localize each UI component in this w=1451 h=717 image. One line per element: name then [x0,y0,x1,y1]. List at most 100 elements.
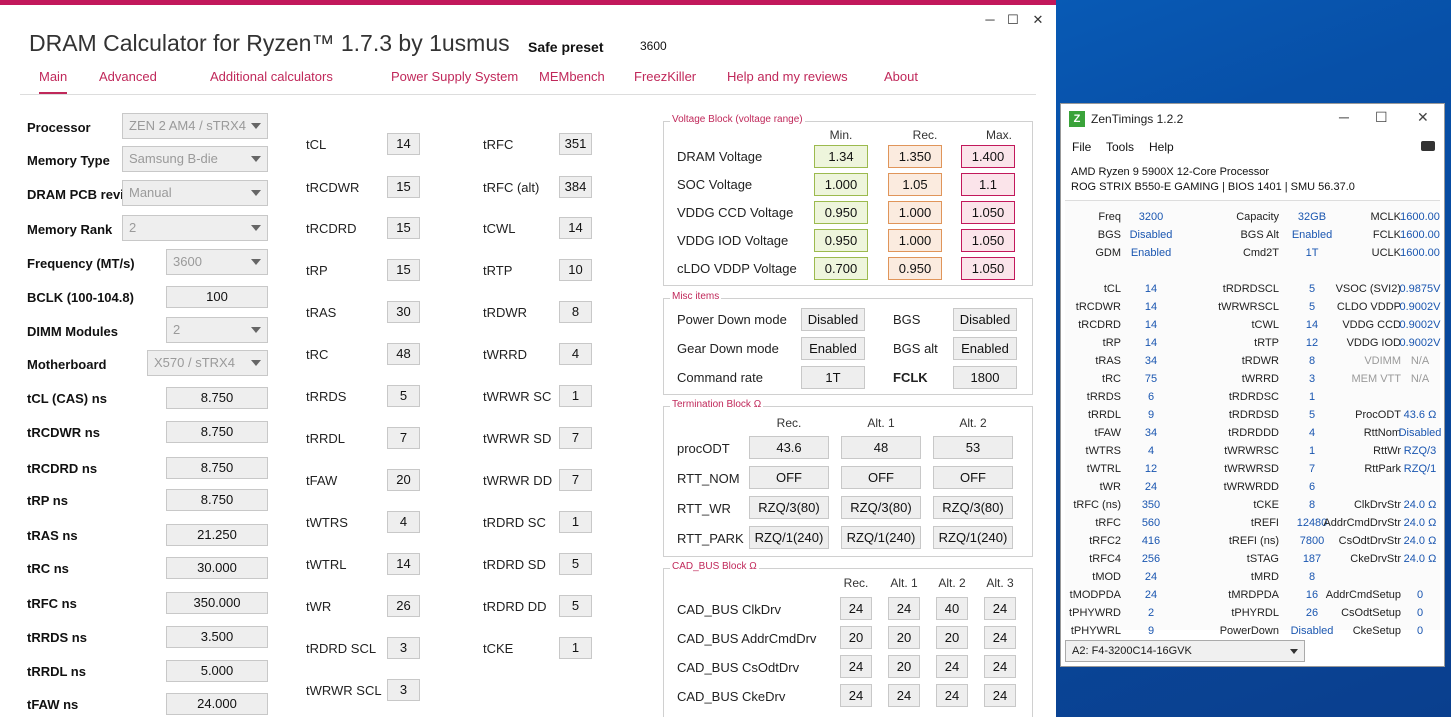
menu-tools[interactable]: Tools [1106,140,1134,154]
timing-value[interactable]: 351 [559,133,592,155]
misc-value[interactable]: Disabled [801,308,865,331]
tab-help-and-reviews[interactable]: Help and my reviews [727,69,848,84]
preset-value[interactable]: 3600 [640,39,667,53]
misc-value[interactable]: Disabled [953,308,1017,331]
misc-value[interactable]: Enabled [953,337,1017,360]
cad-bus-value[interactable]: 20 [840,626,872,649]
voltage-max[interactable]: 1.1 [961,173,1015,196]
timing-value[interactable]: 5 [387,385,420,407]
memory-module-select[interactable]: A2: F4-3200C14-16GVK [1065,640,1305,662]
cad-bus-value[interactable]: 20 [888,655,920,678]
misc-value[interactable]: 1T [801,366,865,389]
voltage-rec[interactable]: 1.05 [888,173,942,196]
voltage-rec[interactable]: 1.350 [888,145,942,168]
setting-input[interactable]: 8.750 [166,421,268,443]
timing-value[interactable]: 7 [559,469,592,491]
voltage-min[interactable]: 1.000 [814,173,868,196]
voltage-max[interactable]: 1.050 [961,257,1015,280]
timing-value[interactable]: 10 [559,259,592,281]
setting-select[interactable]: 3600 [166,249,268,275]
timing-value[interactable]: 4 [559,343,592,365]
voltage-min[interactable]: 1.34 [814,145,868,168]
voltage-rec[interactable]: 0.950 [888,257,942,280]
timing-value[interactable]: 3 [387,637,420,659]
minimize-icon[interactable]: ─ [1339,109,1349,125]
setting-select[interactable]: ZEN 2 AM4 / sTRX4 [122,113,268,139]
termination-value[interactable]: RZQ/3(80) [749,496,829,519]
maximize-icon[interactable]: ☐ [1375,109,1388,126]
timing-value[interactable]: 1 [559,511,592,533]
voltage-min[interactable]: 0.950 [814,201,868,224]
close-icon[interactable]: ✕ [1028,12,1048,28]
menu-help[interactable]: Help [1149,140,1174,154]
misc-value[interactable]: Enabled [801,337,865,360]
tab-power-supply-system[interactable]: Power Supply System [391,69,518,84]
voltage-min[interactable]: 0.700 [814,257,868,280]
timing-value[interactable]: 15 [387,217,420,239]
cad-bus-value[interactable]: 20 [888,626,920,649]
tab-freezkiller[interactable]: FreezKiller [634,69,696,84]
voltage-rec[interactable]: 1.000 [888,229,942,252]
menu-file[interactable]: File [1072,140,1091,154]
tab-additional-calculators[interactable]: Additional calculators [210,69,333,84]
timing-value[interactable]: 14 [387,133,420,155]
timing-value[interactable]: 4 [387,511,420,533]
tab-about[interactable]: About [884,69,918,84]
timing-value[interactable]: 3 [387,679,420,701]
termination-value[interactable]: RZQ/1(240) [841,526,921,549]
maximize-icon[interactable]: ☐ [1003,12,1023,28]
timing-value[interactable]: 26 [387,595,420,617]
termination-value[interactable]: OFF [933,466,1013,489]
timing-value[interactable]: 1 [559,385,592,407]
cad-bus-value[interactable]: 24 [936,655,968,678]
close-icon[interactable]: ✕ [1417,109,1429,126]
cad-bus-value[interactable]: 24 [840,597,872,620]
termination-value[interactable]: RZQ/3(80) [933,496,1013,519]
termination-value[interactable]: RZQ/3(80) [841,496,921,519]
timing-value[interactable]: 30 [387,301,420,323]
timing-value[interactable]: 15 [387,259,420,281]
setting-input[interactable]: 100 [166,286,268,308]
timing-value[interactable]: 384 [559,176,592,198]
cad-bus-value[interactable]: 24 [984,597,1016,620]
cad-bus-value[interactable]: 24 [888,684,920,707]
timing-value[interactable]: 15 [387,176,420,198]
termination-value[interactable]: OFF [749,466,829,489]
misc-value[interactable]: 1800 [953,366,1017,389]
setting-input[interactable]: 350.000 [166,592,268,614]
cad-bus-value[interactable]: 24 [840,684,872,707]
setting-input[interactable]: 3.500 [166,626,268,648]
setting-input[interactable]: 8.750 [166,387,268,409]
setting-input[interactable]: 5.000 [166,660,268,682]
voltage-min[interactable]: 0.950 [814,229,868,252]
timing-value[interactable]: 14 [559,217,592,239]
setting-input[interactable]: 21.250 [166,524,268,546]
setting-select[interactable]: Samsung B-die [122,146,268,172]
timing-value[interactable]: 20 [387,469,420,491]
setting-input[interactable]: 8.750 [166,457,268,479]
cad-bus-value[interactable]: 20 [936,626,968,649]
timing-value[interactable]: 48 [387,343,420,365]
termination-value[interactable]: RZQ/1(240) [749,526,829,549]
timing-value[interactable]: 1 [559,637,592,659]
tab-main[interactable]: Main [39,69,68,94]
voltage-max[interactable]: 1.050 [961,201,1015,224]
timing-value[interactable]: 14 [387,553,420,575]
timing-value[interactable]: 8 [559,301,592,323]
setting-input[interactable]: 24.000 [166,693,268,715]
setting-select[interactable]: 2 [166,317,268,343]
cad-bus-value[interactable]: 24 [840,655,872,678]
cad-bus-value[interactable]: 24 [984,655,1016,678]
termination-value[interactable]: 43.6 [749,436,829,459]
voltage-max[interactable]: 1.050 [961,229,1015,252]
termination-value[interactable]: 53 [933,436,1013,459]
timing-value[interactable]: 7 [387,427,420,449]
setting-select[interactable]: 2 [122,215,268,241]
cad-bus-value[interactable]: 40 [936,597,968,620]
timing-value[interactable]: 5 [559,553,592,575]
tab-advanced[interactable]: Advanced [99,69,157,84]
screenshot-camera-icon[interactable] [1421,141,1435,151]
cad-bus-value[interactable]: 24 [936,684,968,707]
setting-select[interactable]: X570 / sTRX4 [147,350,268,376]
timing-value[interactable]: 5 [559,595,592,617]
